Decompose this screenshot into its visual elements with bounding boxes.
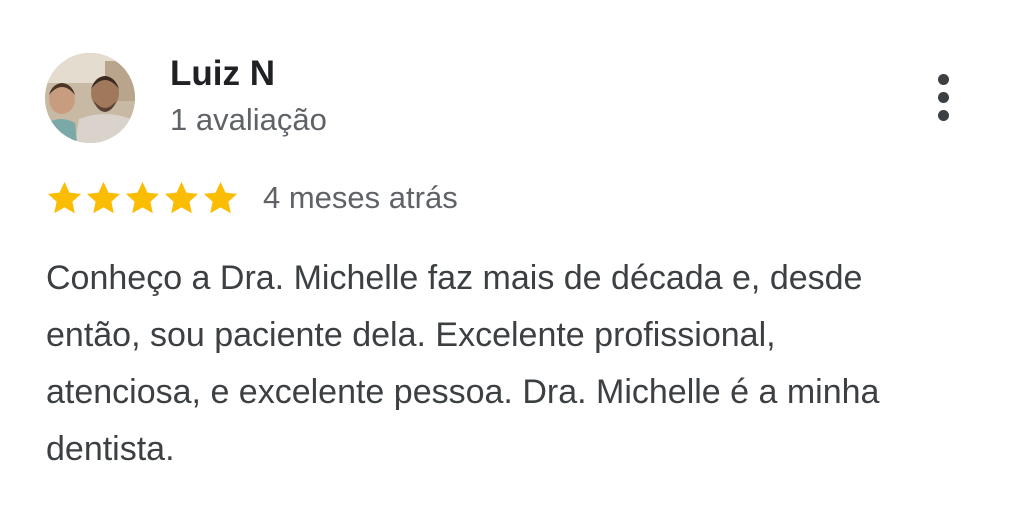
star-icon bbox=[203, 181, 238, 213]
star-rating bbox=[45, 179, 240, 218]
star-icon bbox=[125, 181, 160, 213]
star-icon bbox=[47, 181, 82, 213]
more-options-button[interactable] bbox=[920, 68, 968, 128]
star-icon bbox=[164, 181, 199, 213]
avatar[interactable] bbox=[45, 53, 135, 143]
rating-row: 4 meses atrás bbox=[45, 176, 458, 220]
reviewer-name[interactable]: Luiz N bbox=[170, 52, 275, 96]
review-time: 4 meses atrás bbox=[263, 180, 458, 215]
review-text: Conheço a Dra. Michelle faz mais de déca… bbox=[46, 259, 880, 468]
review-card: Luiz N 1 avaliação 4 meses atrás Conheço… bbox=[0, 0, 1024, 531]
reviewer-review-count: 1 avaliação bbox=[170, 102, 327, 137]
avatar-photo bbox=[45, 53, 135, 143]
star-icon bbox=[86, 181, 121, 213]
